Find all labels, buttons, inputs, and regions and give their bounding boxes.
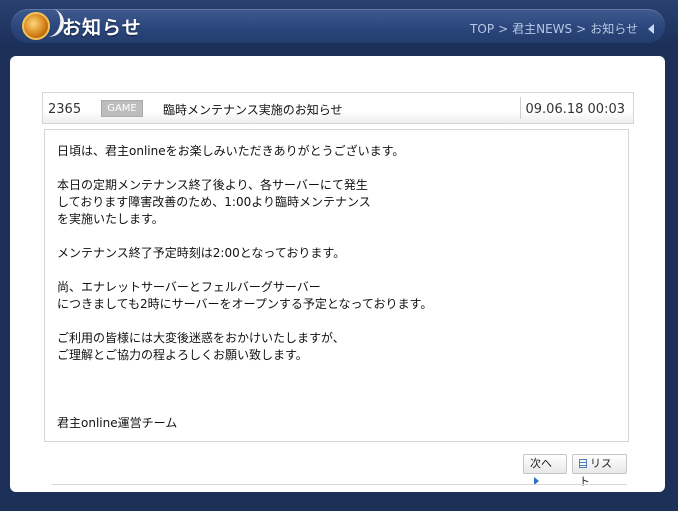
- breadcrumb-separator: >: [498, 22, 509, 36]
- breadcrumb-news-link[interactable]: 君主NEWS: [512, 22, 572, 36]
- breadcrumb-top-link[interactable]: TOP: [470, 22, 494, 36]
- header-bar: お知らせ TOP > 君主NEWS > お知らせ: [0, 0, 678, 48]
- body-paragraph: 本日の定期メンテナンス終了後より、各サーバーにて発生 しております障害改善のため…: [57, 178, 371, 226]
- body-paragraph: 尚、エナレットサーバーとフェルバーグサーバー につきましても2時にサーバーをオー…: [57, 280, 433, 311]
- category-badge: GAME: [101, 100, 143, 117]
- body-paragraph: 日頃は、君主onlineをお楽しみいただきありがとうございます。: [57, 144, 405, 158]
- body-paragraph: メンテナンス終了予定時刻は2:00となっております。: [57, 246, 346, 260]
- post-header: 2365 GAME 臨時メンテナンス実施のお知らせ 09.06.18 00:03: [42, 92, 634, 124]
- breadcrumb-separator: >: [576, 22, 587, 36]
- back-arrow-icon[interactable]: [648, 24, 654, 34]
- post-signature: 君主online運営チーム: [57, 416, 178, 430]
- next-button[interactable]: 次へ: [523, 454, 567, 485]
- breadcrumb-current: お知らせ: [590, 22, 638, 36]
- header-divider: [520, 97, 521, 119]
- post-body: 日頃は、君主onlineをお楽しみいただきありがとうございます。 本日の定期メン…: [44, 129, 629, 442]
- next-button-label: 次へ: [530, 457, 552, 470]
- post-date: 09.06.18 00:03: [525, 102, 626, 117]
- post-title: 臨時メンテナンス実施のお知らせ: [163, 103, 343, 117]
- bottom-divider: [52, 484, 627, 485]
- content-panel: 2365 GAME 臨時メンテナンス実施のお知らせ 09.06.18 00:03…: [10, 56, 665, 492]
- list-icon: [579, 459, 587, 468]
- list-button[interactable]: リスト: [572, 454, 627, 488]
- page-title: お知らせ: [62, 17, 142, 39]
- body-paragraph: ご利用の皆様には大変後迷惑をおかけいたしますが、 ご理解とご協力の程よろしくお願…: [57, 331, 345, 362]
- post-number: 2365: [48, 102, 82, 117]
- breadcrumb: TOP > 君主NEWS > お知らせ: [470, 20, 654, 37]
